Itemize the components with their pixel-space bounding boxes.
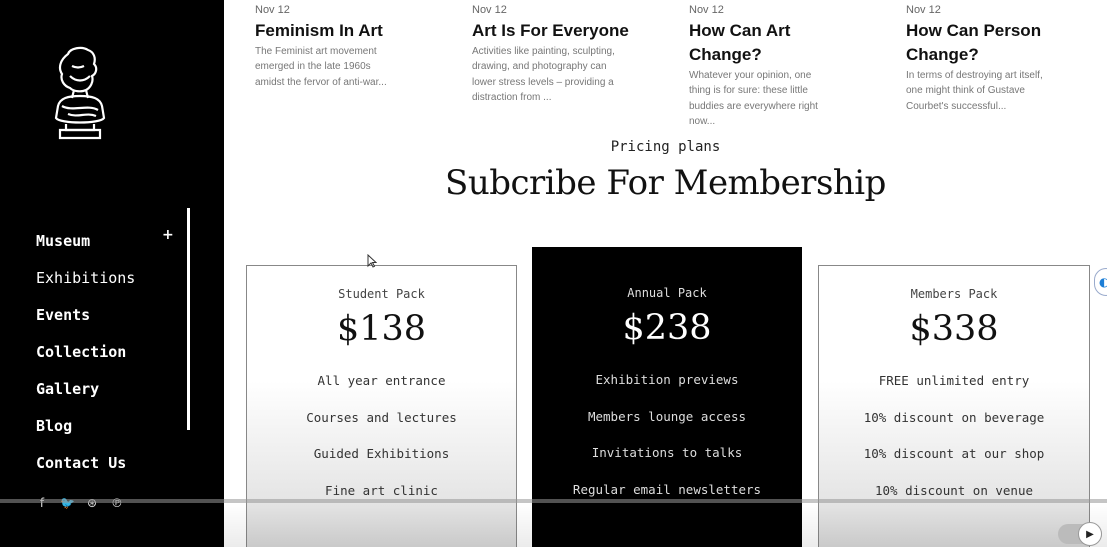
- plan-feature: 10% discount at our shop: [863, 446, 1045, 462]
- nav-item-label: Blog: [36, 416, 73, 435]
- section-eyebrow: Pricing plans: [610, 139, 721, 155]
- post-date: Nov 12: [906, 4, 941, 16]
- plan-feature: Fine art clinic: [325, 483, 438, 499]
- mouse-cursor-icon: [367, 254, 377, 268]
- blog-post-card[interactable]: Nov 12 Art Is For Everyone Activities li…: [472, 4, 662, 105]
- nav-item-label: Exhibitions: [36, 268, 136, 287]
- nav-item-label: Contact Us: [36, 453, 127, 472]
- nav-item-blog[interactable]: Blog: [36, 407, 135, 444]
- post-date: Nov 12: [689, 4, 724, 16]
- nav-item-label: Events: [36, 305, 91, 324]
- post-date: Nov 12: [255, 4, 290, 16]
- player-toggle[interactable]: ▶: [1058, 522, 1102, 546]
- plan-features: FREE unlimited entry 10% discount on bev…: [819, 363, 1089, 510]
- plan-feature: Guided Exhibitions: [313, 446, 450, 462]
- nav-item-label: Collection: [36, 342, 127, 361]
- nav-item-label: Museum: [36, 231, 91, 250]
- post-title[interactable]: Art Is For Everyone: [472, 19, 662, 43]
- post-title[interactable]: How Can Art Change?: [689, 19, 839, 67]
- plan-price: $338: [909, 309, 999, 349]
- plan-feature: 10% discount on venue: [874, 483, 1034, 499]
- nav-item-label: Gallery: [36, 379, 100, 398]
- post-excerpt: Whatever your opinion, one thing is for …: [689, 70, 818, 127]
- nav-item-exhibitions[interactable]: Exhibitions: [36, 259, 135, 296]
- plan-price: $138: [336, 309, 427, 349]
- plan-feature: Exhibition previews: [595, 372, 739, 387]
- plan-feature: Members lounge access: [587, 408, 747, 424]
- nav-item-events[interactable]: Events: [36, 296, 135, 333]
- video-progress-bar[interactable]: [0, 499, 1107, 503]
- plan-feature: Invitations to talks: [591, 445, 743, 461]
- nav-item-gallery[interactable]: Gallery: [36, 370, 135, 407]
- bust-statue-logo-icon[interactable]: [48, 46, 110, 144]
- sidebar: Museum + Exhibitions Events Collection G…: [0, 0, 224, 547]
- plan-features: All year entrance Courses and lectures G…: [247, 363, 516, 510]
- nav-scrollbar[interactable]: [187, 208, 190, 430]
- post-excerpt: Activities like painting, sculpting, dra…: [472, 46, 615, 103]
- blog-post-card[interactable]: Nov 12 How Can Art Change? Whatever your…: [689, 4, 839, 129]
- pricing-card-members[interactable]: Members Pack $338 FREE unlimited entry 1…: [818, 265, 1090, 547]
- section-title: Subcribe For Membership: [445, 163, 886, 203]
- plan-feature: All year entrance: [317, 373, 446, 388]
- nav-item-museum[interactable]: Museum +: [36, 222, 174, 259]
- post-title[interactable]: How Can Person Change?: [906, 19, 1076, 67]
- main-nav: Museum + Exhibitions Events Collection G…: [36, 222, 174, 481]
- plan-feature: Regular email newsletters: [572, 482, 762, 498]
- plan-features: Exhibition previews Members lounge acces…: [532, 362, 802, 509]
- expand-plus-icon[interactable]: +: [162, 227, 174, 243]
- plan-name: Annual Pack: [627, 286, 707, 300]
- post-excerpt: In terms of destroying art itself, one m…: [906, 70, 1043, 112]
- plan-price: $238: [622, 308, 712, 348]
- plan-feature: 10% discount on beverage: [863, 409, 1045, 425]
- plan-feature: FREE unlimited entry: [878, 373, 1030, 388]
- nav-item-collection[interactable]: Collection: [36, 333, 135, 370]
- chat-widget-icon[interactable]: ◐: [1094, 268, 1107, 296]
- post-title[interactable]: Feminism In Art: [255, 19, 445, 43]
- blog-post-card[interactable]: Nov 12 How Can Person Change? In terms o…: [906, 4, 1076, 114]
- plan-name: Student Pack: [338, 287, 425, 301]
- play-icon[interactable]: ▶: [1078, 522, 1102, 546]
- pricing-card-student[interactable]: Student Pack $138 All year entrance Cour…: [246, 265, 517, 547]
- blog-post-card[interactable]: Nov 12 Feminism In Art The Feminist art …: [255, 4, 445, 90]
- plan-feature: Courses and lectures: [306, 409, 457, 425]
- plan-name: Members Pack: [910, 287, 998, 301]
- post-date: Nov 12: [472, 4, 507, 16]
- nav-item-contact-us[interactable]: Contact Us: [36, 444, 135, 481]
- post-excerpt: The Feminist art movement emerged in the…: [255, 46, 387, 88]
